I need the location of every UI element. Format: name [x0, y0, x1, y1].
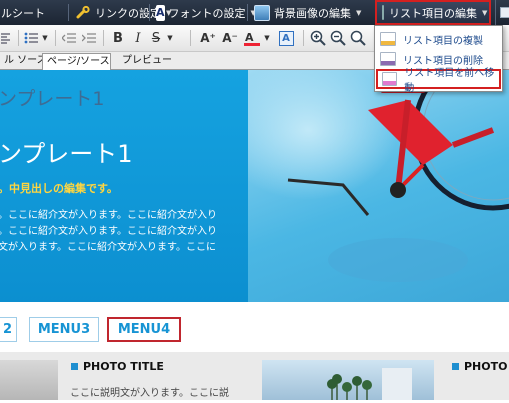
outdent-icon[interactable]: [60, 29, 78, 47]
menu-item-duplicate-label: リスト項目の複製: [403, 35, 483, 47]
zoom-in-icon[interactable]: [309, 29, 327, 47]
bicycle-photo: [248, 70, 509, 282]
hero-small-title[interactable]: ンプレート1: [0, 84, 105, 111]
title-marker-icon: [452, 363, 459, 370]
chevron-down-icon[interactable]: ▼: [40, 29, 50, 47]
menu-item-4[interactable]: MENU4: [107, 317, 181, 342]
chevron-down-icon: ▼: [356, 8, 362, 17]
tab-preview[interactable]: プレビュー: [118, 53, 172, 70]
toolbar-separator: [103, 30, 104, 46]
duplicate-icon: [380, 32, 396, 46]
zoom-reset-icon[interactable]: [349, 29, 367, 47]
hero-text-panel: ンプレート1 ンプレート1 。中見出しの編集です。 。ここに紹介文が入ります。こ…: [0, 70, 248, 302]
card-description[interactable]: ここに説明文が入ります。ここに説: [70, 384, 229, 399]
card-title-text: PHOTO: [464, 360, 508, 373]
chevron-down-icon: ▼: [482, 8, 488, 17]
list-edit-button[interactable]: リスト項目の編集 ▼: [375, 0, 491, 25]
toolbar-separator: [18, 30, 19, 46]
background-image-label: 背景画像の編集: [274, 6, 351, 20]
font-grow-button[interactable]: A⁺: [198, 29, 218, 47]
background-image-button[interactable]: 背景画像の編集 ▼: [248, 0, 369, 25]
font-icon: A: [156, 4, 165, 21]
align-button[interactable]: [0, 29, 12, 47]
tab-source[interactable]: ル ソース: [0, 53, 47, 70]
hero-text-line[interactable]: 文が入ります。ここに紹介文が入ります。ここに: [0, 238, 216, 253]
background-image-icon: [254, 4, 270, 21]
list-edit-label: リスト項目の編集: [389, 6, 477, 20]
card-title[interactable]: PHOTO: [452, 360, 507, 373]
bullet-list-icon[interactable]: [22, 29, 40, 47]
menu-item-duplicate[interactable]: リスト項目の複製: [376, 29, 501, 49]
list-icon: [382, 5, 384, 20]
title-marker-icon: [71, 363, 78, 370]
list-edit-dropdown: リスト項目の複製 リスト項目の削除 リスト項目を前へ移動: [374, 25, 503, 94]
chevron-down-icon[interactable]: ▼: [164, 29, 176, 47]
text-box-icon[interactable]: A: [277, 29, 295, 47]
zoom-out-icon[interactable]: [329, 29, 347, 47]
rich-sheet-label: ルシート: [1, 6, 45, 20]
hero-subtitle[interactable]: 。中見出しの編集です。: [0, 180, 118, 196]
indent-icon[interactable]: [80, 29, 98, 47]
toolbar-separator: [55, 30, 56, 46]
hero-section: ンプレート1 ンプレート1 。中見出しの編集です。 。ここに紹介文が入ります。こ…: [0, 70, 509, 302]
text-color-icon[interactable]: A: [243, 29, 261, 47]
card-title[interactable]: PHOTO TITLE: [71, 360, 164, 373]
delete-icon: [380, 52, 396, 66]
font-settings-label: フォントの設定: [168, 6, 246, 20]
hero-text-line[interactable]: 。ここに紹介文が入ります。ここに紹介文が入り: [0, 222, 217, 237]
menu-item-move-up-label: リスト項目を前へ移動: [404, 68, 495, 94]
link-icon: [75, 5, 91, 21]
tab-page-source[interactable]: ページ/ソース: [42, 53, 111, 70]
hero-image: [248, 70, 509, 302]
menu-item-3[interactable]: MENU3: [29, 317, 99, 342]
rich-sheet-button[interactable]: ルシート: [0, 0, 68, 25]
link-settings-button[interactable]: リンクの設定 ▼: [69, 0, 171, 25]
hero-text-line[interactable]: 。ここに紹介文が入ります。ここに紹介文が入り: [0, 206, 217, 221]
move-up-icon: [382, 72, 398, 86]
strikethrough-button[interactable]: S: [148, 29, 164, 47]
toolbar-separator: [303, 30, 304, 46]
nav-menu: 2 MENU3 MENU4: [0, 302, 509, 352]
main-toolbar: ルシート リンクの設定 ▼ A フォントの設定 ▼ 背景画像の編集 ▼ リスト項…: [0, 0, 509, 25]
toolbar-separator: [190, 30, 191, 46]
italic-button[interactable]: I: [129, 29, 147, 47]
hero-title[interactable]: ンプレート1: [0, 134, 133, 169]
menu-item-move-up[interactable]: リスト項目を前へ移動: [376, 68, 501, 94]
font-shrink-button[interactable]: A⁻: [220, 29, 240, 47]
font-settings-button[interactable]: A フォントの設定 ▼: [150, 0, 256, 25]
card-photo: [0, 360, 58, 400]
card-photo: [262, 360, 434, 400]
building-photo: [327, 368, 412, 400]
window-icon: [500, 7, 509, 18]
toolbar-overflow-button[interactable]: [495, 0, 509, 25]
chevron-down-icon[interactable]: ▼: [262, 29, 272, 47]
card-title-text: PHOTO TITLE: [83, 360, 164, 373]
svg-text:A: A: [245, 31, 254, 44]
bold-button[interactable]: B: [109, 29, 127, 47]
menu-item-2[interactable]: 2: [0, 317, 17, 342]
